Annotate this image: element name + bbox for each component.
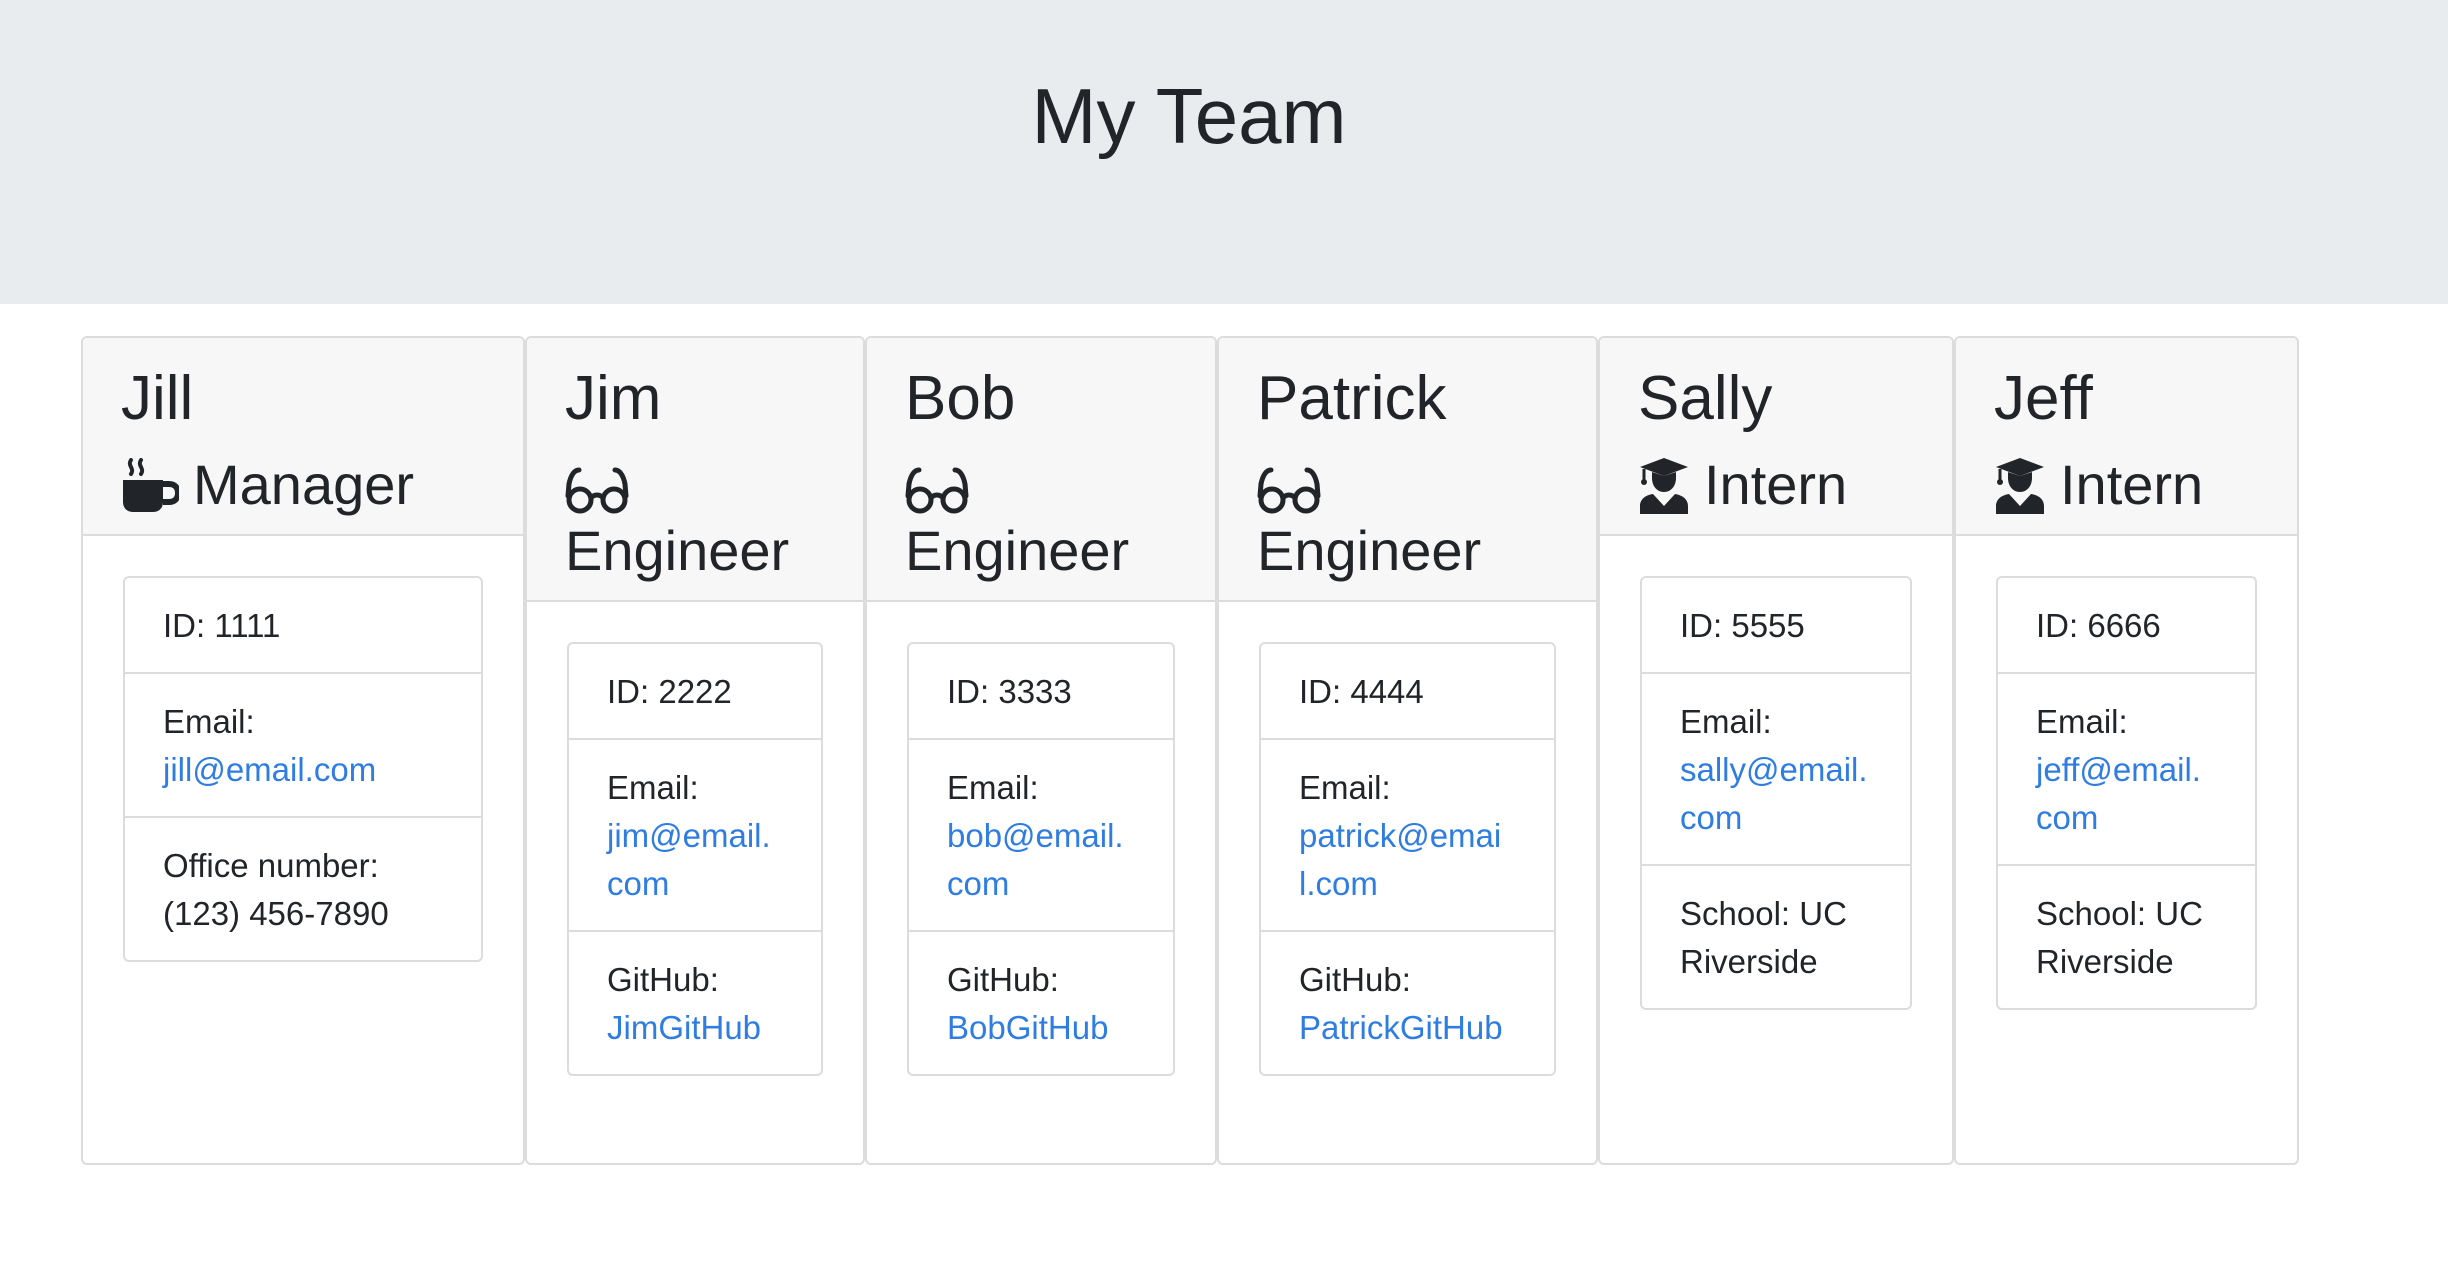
id-item: ID: 3333	[947, 673, 1072, 710]
page-header: My Team	[0, 0, 2448, 304]
office-number-label: Office number:	[163, 847, 379, 884]
email-link[interactable]: bob@email.com	[947, 817, 1124, 902]
card-header: Bob Engineer	[867, 338, 1215, 602]
card-header: Jim Engineer	[527, 338, 863, 602]
github-item: GitHub: JimGitHub	[569, 930, 821, 1074]
email-item: Email: patrick@email.com	[1261, 738, 1554, 930]
email-link[interactable]: sally@email.com	[1680, 751, 1868, 836]
email-label: Email:	[2036, 703, 2128, 740]
email-link[interactable]: jill@email.com	[163, 751, 376, 788]
glasses-icon	[1257, 464, 1321, 514]
graduate-icon	[1994, 456, 2046, 514]
card-body: ID: 5555 Email: sally@email.com School: …	[1600, 536, 1952, 1050]
github-link[interactable]: BobGitHub	[947, 1009, 1108, 1046]
card-header: Jill Manager	[83, 338, 523, 536]
email-label: Email:	[1680, 703, 1772, 740]
card-header: Jeff Intern	[1956, 338, 2297, 536]
employee-card: Bob Engineer ID: 3333 Email: bob@email.c…	[865, 336, 1217, 1165]
card-body: ID: 6666 Email: jeff@email.com School: U…	[1956, 536, 2297, 1050]
office-number-value: (123) 456-7890	[163, 895, 389, 932]
employee-name: Sally	[1638, 364, 1773, 433]
email-item: Email: jeff@email.com	[1998, 672, 2255, 864]
employee-card: Patrick Engineer ID: 4444 Email: patrick…	[1217, 336, 1598, 1165]
role-label: Engineer	[565, 519, 790, 582]
role-label: Manager	[193, 453, 415, 516]
id-item: ID: 6666	[2036, 607, 2161, 644]
employee-card: Sally Intern ID: 5555 Email: sally@email…	[1598, 336, 1954, 1165]
email-link[interactable]: jim@email.com	[607, 817, 771, 902]
details-list: ID: 6666 Email: jeff@email.com School: U…	[1996, 576, 2257, 1010]
email-label: Email:	[163, 703, 255, 740]
details-list: ID: 4444 Email: patrick@email.com GitHub…	[1259, 642, 1556, 1076]
email-item: Email: sally@email.com	[1642, 672, 1910, 864]
github-label: GitHub:	[947, 961, 1059, 998]
details-list: ID: 2222 Email: jim@email.com GitHub: Ji…	[567, 642, 823, 1076]
email-label: Email:	[607, 769, 699, 806]
role-label: Intern	[2060, 453, 2204, 516]
github-label: GitHub:	[607, 961, 719, 998]
id-item: ID: 5555	[1680, 607, 1805, 644]
school-item: School: UC Riverside	[1642, 864, 1910, 1008]
glasses-icon	[905, 464, 969, 514]
details-list: ID: 3333 Email: bob@email.com GitHub: Bo…	[907, 642, 1175, 1076]
card-body: ID: 3333 Email: bob@email.com GitHub: Bo…	[867, 602, 1215, 1116]
employee-name: Bob	[905, 364, 1016, 433]
employee-role: Engineer	[1257, 452, 1558, 584]
employee-role: Engineer	[905, 452, 1177, 584]
page-title: My Team	[1031, 72, 1347, 160]
github-item: GitHub: PatrickGitHub	[1261, 930, 1554, 1074]
github-link[interactable]: PatrickGitHub	[1299, 1009, 1503, 1046]
card-body: ID: 4444 Email: patrick@email.com GitHub…	[1219, 602, 1596, 1116]
id-item: ID: 4444	[1299, 673, 1424, 710]
id-item: ID: 1111	[163, 607, 281, 644]
email-item: Email: bob@email.com	[909, 738, 1173, 930]
employee-card: Jill Manager ID: 1111 Email: jill@email.…	[81, 336, 525, 1165]
coffee-icon	[121, 458, 179, 514]
glasses-icon	[565, 464, 629, 514]
graduate-icon	[1638, 456, 1690, 514]
school-label: School:	[2036, 895, 2147, 932]
details-list: ID: 1111 Email: jill@email.com Office nu…	[123, 576, 483, 962]
school-label: School:	[1680, 895, 1791, 932]
email-item: Email: jim@email.com	[569, 738, 821, 930]
card-body: ID: 2222 Email: jim@email.com GitHub: Ji…	[527, 602, 863, 1116]
employee-role: Intern	[1994, 452, 2259, 518]
card-header: Sally Intern	[1600, 338, 1952, 536]
role-label: Intern	[1704, 453, 1848, 516]
employee-role: Engineer	[565, 452, 825, 584]
employee-role: Manager	[121, 452, 485, 518]
role-label: Engineer	[905, 519, 1130, 582]
card-header: Patrick Engineer	[1219, 338, 1596, 602]
details-list: ID: 5555 Email: sally@email.com School: …	[1640, 576, 1912, 1010]
github-link[interactable]: JimGitHub	[607, 1009, 761, 1046]
employee-name: Jim	[565, 364, 662, 433]
employee-name: Jill	[121, 364, 194, 433]
email-label: Email:	[947, 769, 1039, 806]
github-item: GitHub: BobGitHub	[909, 930, 1173, 1074]
employee-name: Patrick	[1257, 364, 1447, 433]
card-body: ID: 1111 Email: jill@email.com Office nu…	[83, 536, 523, 1002]
email-label: Email:	[1299, 769, 1391, 806]
employee-name: Jeff	[1994, 364, 2093, 433]
email-item: Email: jill@email.com	[125, 672, 481, 816]
employee-card: Jeff Intern ID: 6666 Email: jeff@email.c…	[1954, 336, 2299, 1165]
email-link[interactable]: jeff@email.com	[2036, 751, 2201, 836]
employee-card: Jim Engineer ID: 2222 Email: jim@email.c…	[525, 336, 865, 1165]
employee-role: Intern	[1638, 452, 1914, 518]
office-number-item: Office number: (123) 456-7890	[125, 816, 481, 960]
github-label: GitHub:	[1299, 961, 1411, 998]
id-item: ID: 2222	[607, 673, 732, 710]
email-link[interactable]: patrick@email.com	[1299, 817, 1501, 902]
school-item: School: UC Riverside	[1998, 864, 2255, 1008]
role-label: Engineer	[1257, 519, 1482, 582]
